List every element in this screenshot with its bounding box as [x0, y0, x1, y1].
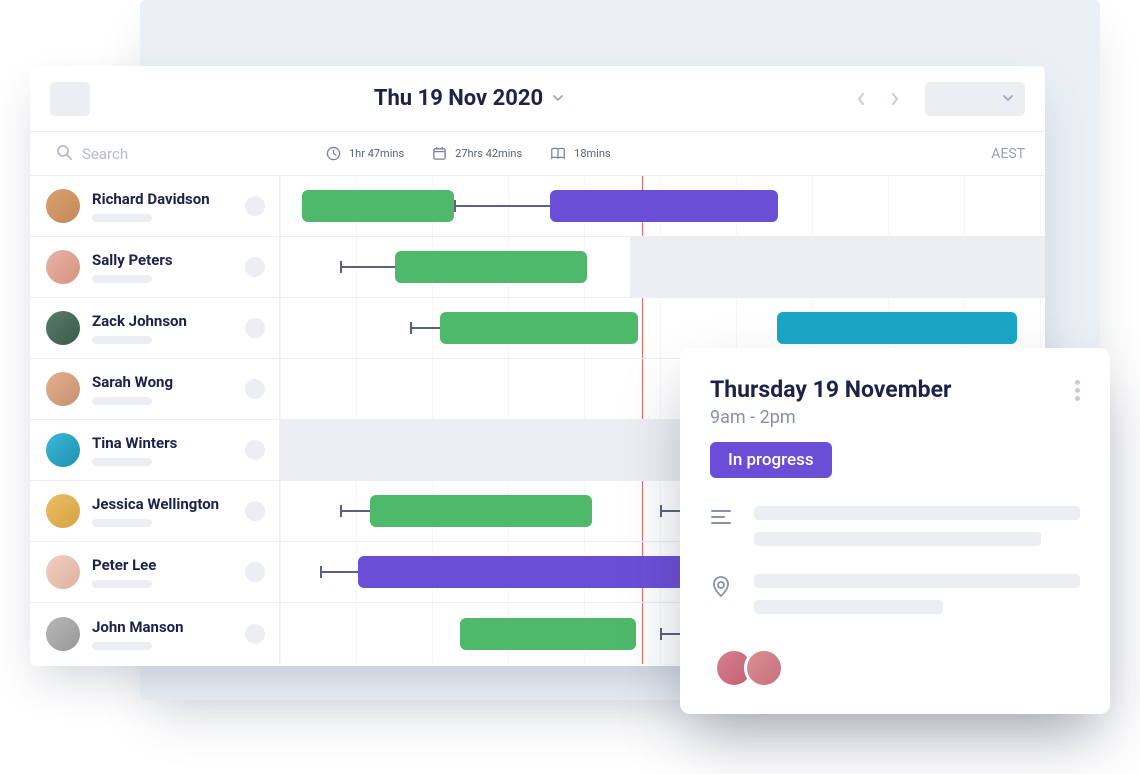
shift-detail-popover: Thursday 19 November 9am - 2pm In progre…: [680, 348, 1110, 714]
user-cell[interactable]: John Manson: [30, 603, 280, 664]
user-subtitle-placeholder: [92, 397, 152, 405]
user-subtitle-placeholder: [92, 275, 152, 283]
timeline-row: Richard Davidson: [30, 176, 1045, 237]
popover-time: 9am - 2pm: [710, 407, 951, 428]
avatar: [46, 250, 80, 284]
popover-assignees: [710, 648, 1080, 688]
date-picker[interactable]: Thu 19 Nov 2020: [90, 86, 847, 111]
user-cell[interactable]: Zack Johnson: [30, 298, 280, 358]
user-subtitle-placeholder: [92, 336, 152, 344]
user-cell[interactable]: Richard Davidson: [30, 176, 280, 236]
break-whisker: [454, 205, 554, 207]
timezone-label: AEST: [991, 146, 1045, 162]
popover-location-section: [710, 574, 1080, 614]
user-name: Jessica Wellington: [92, 495, 219, 513]
avatar[interactable]: [744, 648, 784, 688]
user-cell[interactable]: Jessica Wellington: [30, 481, 280, 541]
search-placeholder: Search: [82, 145, 128, 163]
row-status-dot: [245, 196, 265, 216]
chevron-down-icon: [553, 92, 563, 106]
chevron-down-icon: [1003, 92, 1013, 106]
shift-bar[interactable]: [370, 495, 592, 527]
search-input[interactable]: Search: [30, 132, 280, 175]
clock-icon: [326, 146, 341, 161]
placeholder-line: [754, 532, 1041, 546]
row-status-dot: [245, 440, 265, 460]
user-name: Sarah Wong: [92, 373, 173, 391]
placeholder-line: [754, 506, 1080, 520]
row-status-dot: [245, 257, 265, 277]
avatar: [46, 433, 80, 467]
status-badge: In progress: [710, 442, 832, 478]
header-left-placeholder: [50, 82, 90, 116]
user-subtitle-placeholder: [92, 580, 152, 588]
next-day-button[interactable]: [881, 85, 909, 113]
avatar: [46, 311, 80, 345]
prev-day-button[interactable]: [847, 85, 875, 113]
user-cell[interactable]: Sally Peters: [30, 237, 280, 297]
user-cell[interactable]: Sarah Wong: [30, 359, 280, 419]
row-status-dot: [245, 318, 265, 338]
row-status-dot: [245, 624, 265, 644]
current-date: Thu 19 Nov 2020: [374, 86, 543, 111]
stat-book-value: 18mins: [574, 147, 610, 160]
user-subtitle-placeholder: [92, 519, 152, 527]
shift-bar[interactable]: [302, 190, 454, 222]
stat-calendar: 27hrs 42mins: [432, 146, 522, 161]
row-status-dot: [245, 501, 265, 521]
stat-calendar-value: 27hrs 42mins: [455, 147, 522, 160]
shift-bar[interactable]: [550, 190, 778, 222]
shift-bar[interactable]: [777, 312, 1017, 344]
user-name: Peter Lee: [92, 556, 156, 574]
popover-notes-section: [710, 506, 1080, 546]
popover-title: Thursday 19 November: [710, 376, 951, 403]
placeholder-line: [754, 574, 1080, 588]
view-dropdown[interactable]: [925, 82, 1025, 116]
row-status-dot: [245, 562, 265, 582]
avatar: [46, 372, 80, 406]
notes-icon: [710, 506, 736, 546]
timeline-row: Sally Peters: [30, 237, 1045, 298]
row-status-dot: [245, 379, 265, 399]
book-icon: [550, 146, 566, 161]
user-name: Richard Davidson: [92, 190, 210, 208]
avatar: [46, 189, 80, 223]
calendar-icon: [432, 146, 447, 161]
shift-bar[interactable]: [395, 251, 587, 283]
user-name: John Manson: [92, 618, 184, 636]
user-cell[interactable]: Peter Lee: [30, 542, 280, 602]
stat-clock: 1hr 47mins: [326, 146, 404, 161]
user-subtitle-placeholder: [92, 458, 152, 466]
unavailable-block: [630, 237, 1045, 298]
user-name: Zack Johnson: [92, 312, 187, 330]
placeholder-line: [754, 600, 943, 614]
stats-group: 1hr 47mins 27hrs 42mins 18mins: [280, 146, 991, 161]
row-track[interactable]: [280, 176, 1045, 236]
user-name: Sally Peters: [92, 251, 173, 269]
user-subtitle-placeholder: [92, 214, 152, 222]
user-name: Tina Winters: [92, 434, 177, 452]
user-cell[interactable]: Tina Winters: [30, 420, 280, 480]
search-icon: [56, 144, 72, 164]
row-track[interactable]: [280, 237, 1045, 297]
stats-row: Search 1hr 47mins 27hrs 42mins 18mins: [30, 132, 1045, 176]
stat-clock-value: 1hr 47mins: [349, 147, 404, 160]
user-subtitle-placeholder: [92, 642, 152, 650]
more-options-button[interactable]: [1075, 376, 1080, 401]
shift-bar[interactable]: [440, 312, 638, 344]
location-icon: [710, 574, 736, 614]
shift-bar[interactable]: [460, 618, 636, 650]
avatar: [46, 494, 80, 528]
stat-book: 18mins: [550, 146, 610, 161]
avatar: [46, 555, 80, 589]
avatar: [46, 617, 80, 651]
header-controls: [847, 82, 1025, 116]
header-bar: Thu 19 Nov 2020: [30, 66, 1045, 132]
